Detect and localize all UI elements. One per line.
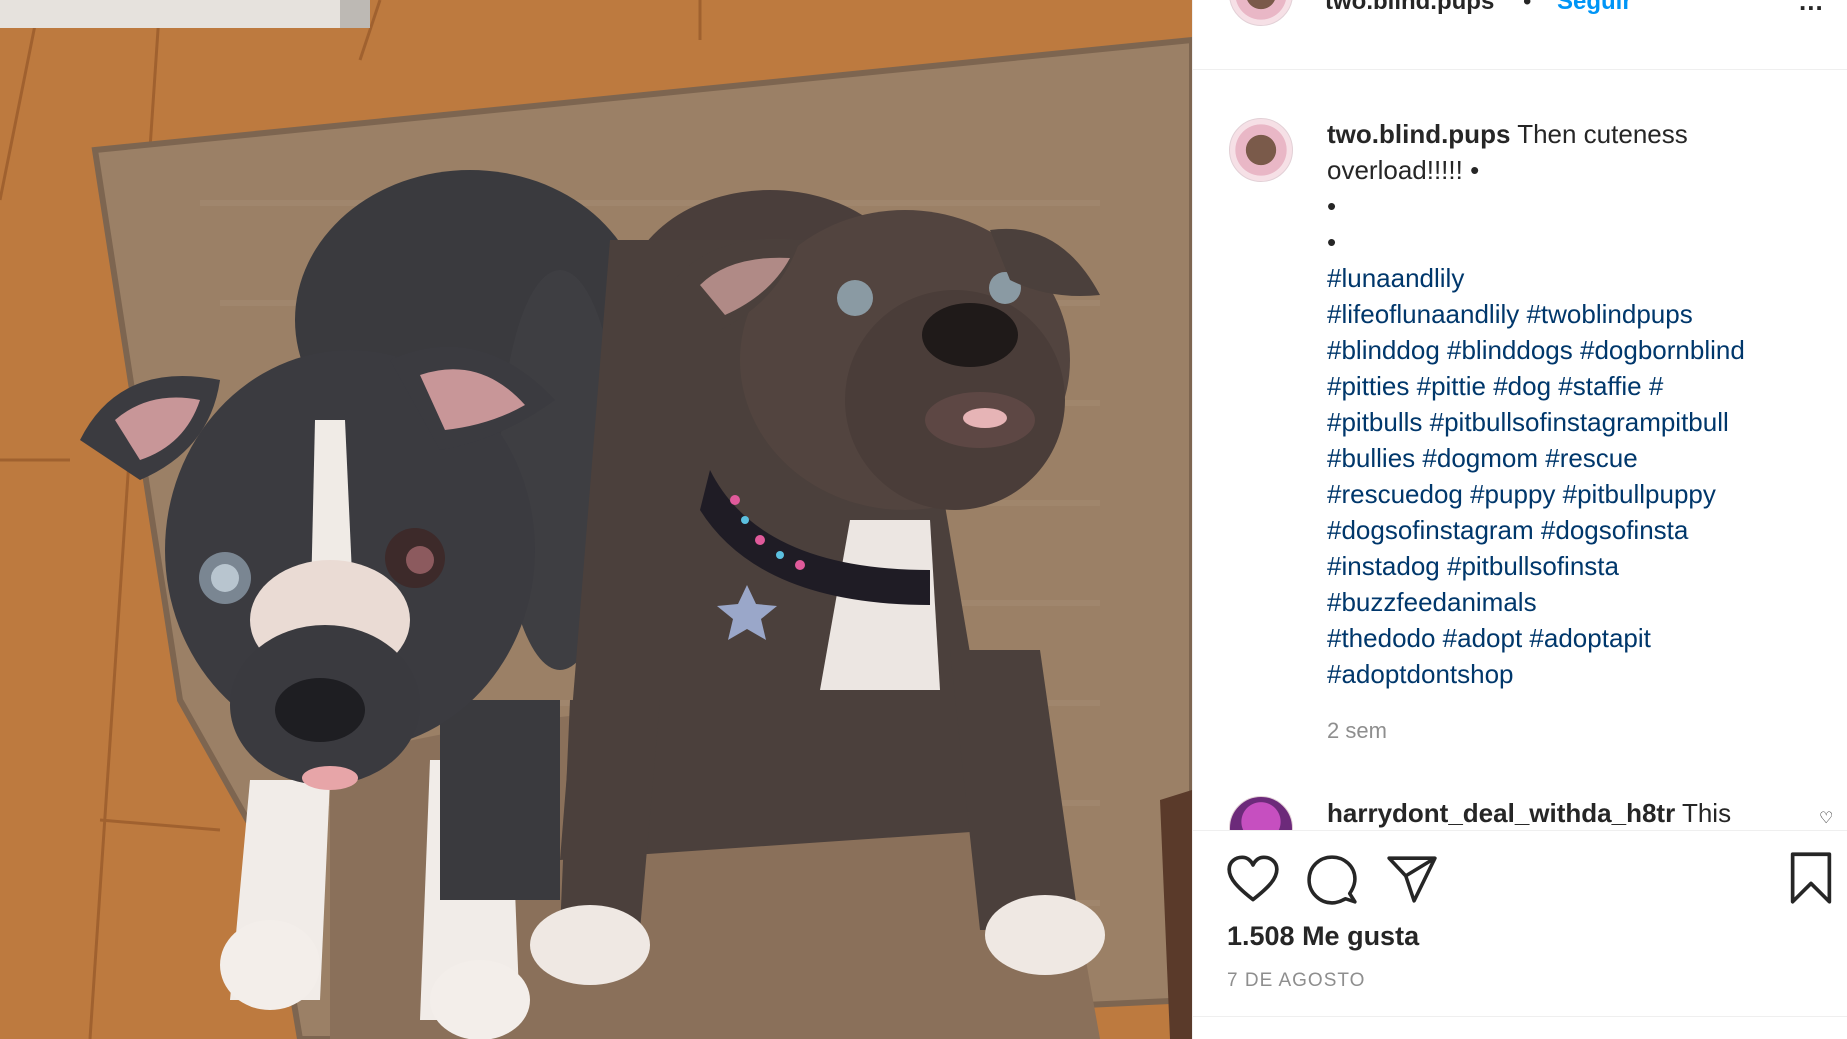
bookmark-icon[interactable] <box>1789 851 1833 905</box>
comment-body: This <box>1681 798 1732 828</box>
caption-avatar[interactable] <box>1229 118 1293 182</box>
hashtag-line[interactable]: #adoptdontshop <box>1327 656 1827 692</box>
small-heart-icon[interactable]: ♡ <box>1819 808 1833 828</box>
caption-text-line: • <box>1327 227 1337 257</box>
caption-time-ago[interactable]: 2 sem <box>1327 718 1387 744</box>
post-actions: 1.508 Me gusta 7 DE AGOSTO <box>1193 830 1847 1039</box>
more-options-icon[interactable]: ... <box>1799 0 1824 17</box>
post-date[interactable]: 7 DE AGOSTO <box>1227 970 1365 992</box>
hashtag-line[interactable]: #buzzfeedanimals <box>1327 584 1827 620</box>
post-detail-panel: two.blind.pups • Seguir ... two.blind.pu… <box>1192 0 1847 1039</box>
post-photo[interactable] <box>0 0 1192 1039</box>
post-caption: two.blind.pups Then cuteness overload!!!… <box>1327 116 1827 692</box>
profile-avatar[interactable] <box>1229 0 1293 26</box>
add-comment-bar[interactable] <box>1193 1016 1847 1039</box>
hashtag-line[interactable]: #lifeoflunaandlily #twoblindpups <box>1327 296 1827 332</box>
header-separator: • <box>1523 0 1532 15</box>
header-username[interactable]: two.blind.pups <box>1325 0 1494 16</box>
hashtag-line[interactable]: #pitbulls #pitbullsofinstagrampitbull <box>1327 404 1827 440</box>
likes-count[interactable]: 1.508 Me gusta <box>1227 921 1419 952</box>
post-header: two.blind.pups • Seguir ... <box>1193 0 1847 70</box>
hashtag-line[interactable]: #pitties #pittie #dog #staffie # <box>1327 368 1827 404</box>
caption-username[interactable]: two.blind.pups <box>1327 119 1510 149</box>
commenter-username[interactable]: harrydont_deal_withda_h8tr <box>1327 798 1675 828</box>
caption-text-line: overload!!!!! • <box>1327 155 1480 185</box>
follow-button[interactable]: Seguir <box>1557 0 1632 16</box>
hashtag-line[interactable]: #dogsofinstagram #dogsofinsta <box>1327 512 1827 548</box>
caption-text-line: Then cuteness <box>1517 119 1688 149</box>
comments-section[interactable]: two.blind.pups Then cuteness overload!!!… <box>1193 70 1847 830</box>
hashtag-line[interactable]: #thedodo #adopt #adoptapit <box>1327 620 1827 656</box>
hashtag-line[interactable]: #rescuedog #puppy #pitbullpuppy <box>1327 476 1827 512</box>
hashtag-line[interactable]: #blinddog #blinddogs #dogbornblind <box>1327 332 1827 368</box>
hashtag-line[interactable]: #instadog #pitbullsofinsta <box>1327 548 1827 584</box>
speech-bubble-icon[interactable] <box>1307 855 1357 905</box>
hashtag-line[interactable]: #lunaandlily <box>1327 260 1827 296</box>
caption-text-line: • <box>1327 191 1337 221</box>
paper-plane-icon[interactable] <box>1387 855 1437 903</box>
dogs-photo-illustration <box>0 0 1192 1039</box>
hashtag-line[interactable]: #bullies #dogmom #rescue <box>1327 440 1827 476</box>
commenter-avatar[interactable] <box>1229 796 1293 830</box>
comment-item: harrydont_deal_withda_h8tr This ♡ <box>1193 796 1847 830</box>
comment-text: harrydont_deal_withda_h8tr This <box>1327 798 1731 829</box>
heart-icon[interactable] <box>1227 855 1279 903</box>
